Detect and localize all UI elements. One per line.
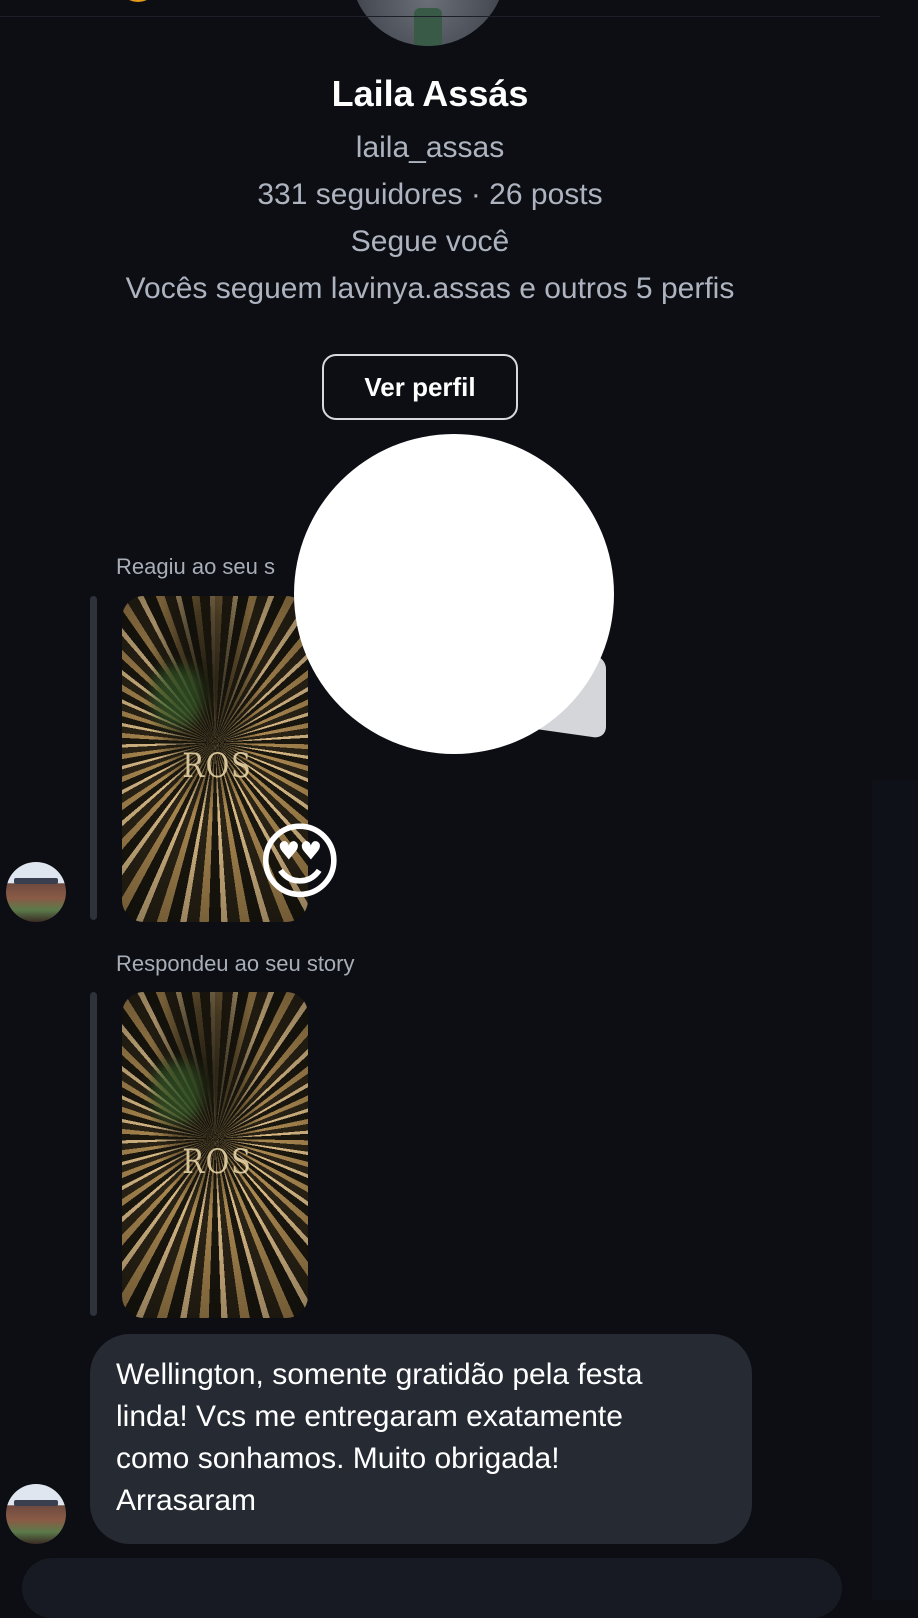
- heart-eyes-reaction-icon: 😍: [256, 815, 344, 909]
- message-text: Wellington, somente gratidão pela festa …: [116, 1358, 643, 1517]
- profile-username: laila_assas: [355, 131, 505, 164]
- avatar-sign: [14, 878, 58, 884]
- thumb-foliage: [152, 1062, 202, 1122]
- story-thumbnail[interactable]: ROS: [122, 992, 308, 1318]
- story-thumbnail-text: ROS: [182, 746, 253, 786]
- profile-avatar[interactable]: [350, 0, 506, 46]
- view-profile-button[interactable]: Ver perfil: [322, 354, 518, 420]
- story-reply-label: Respondeu ao seu story: [116, 951, 355, 976]
- reply-indicator-line: [90, 596, 97, 920]
- reply-indicator-line: [90, 992, 97, 1316]
- thumb-foliage: [152, 666, 202, 726]
- side-panel-edge: [872, 780, 918, 1600]
- header-divider: [0, 16, 880, 17]
- message-bubble[interactable]: Wellington, somente gratidão pela festa …: [90, 1334, 752, 1544]
- story-thumbnail-text: ROS: [182, 1142, 253, 1182]
- profile-header: Laila Assás laila_assas 331 seguidores ·…: [0, 64, 860, 312]
- sender-avatar[interactable]: [6, 1484, 66, 1544]
- avatar-figure: [414, 8, 442, 46]
- profile-stats: 331 seguidores · 26 posts: [257, 178, 603, 211]
- story-ring-badge: [118, 0, 158, 2]
- mutual-followers: Vocês seguem lavinya.assas e outros 5 pe…: [125, 272, 735, 305]
- reaction-popup[interactable]: 😍: [294, 434, 614, 754]
- profile-name: Laila Assás: [331, 73, 529, 114]
- sender-avatar[interactable]: [6, 862, 66, 922]
- follows-you-label: Segue você: [350, 225, 510, 258]
- composer-bar[interactable]: [22, 1558, 842, 1618]
- story-reaction-label: Reagiu ao seu s: [116, 554, 275, 579]
- heart-eyes-emoji-icon: 😍: [375, 510, 533, 678]
- avatar-sign: [14, 1500, 58, 1506]
